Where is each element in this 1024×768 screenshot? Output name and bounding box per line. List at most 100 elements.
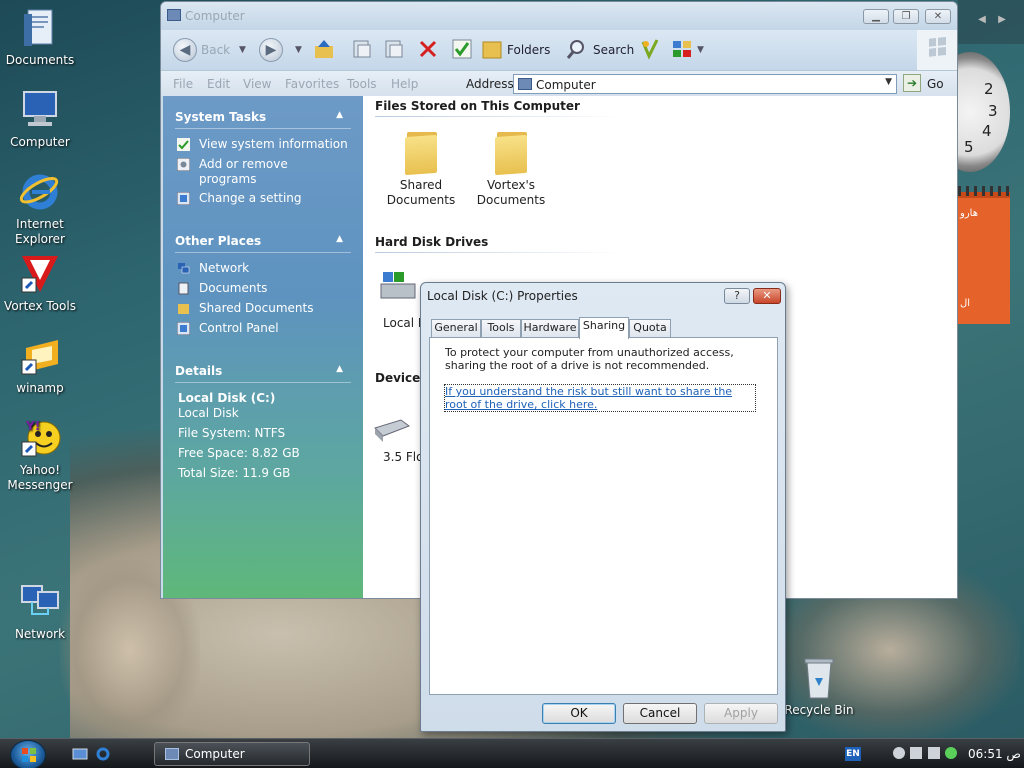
- desktop-icon-computer[interactable]: Computer: [1, 88, 79, 150]
- forward-dropdown-icon[interactable]: ▼: [295, 36, 302, 64]
- calendar-day: ال: [960, 298, 971, 309]
- show-desktop-icon[interactable]: [72, 747, 88, 761]
- section-divider: [175, 252, 351, 253]
- media-icon[interactable]: [639, 38, 661, 60]
- menu-edit[interactable]: Edit: [207, 77, 230, 91]
- desktop-icon-network[interactable]: Network: [1, 580, 79, 642]
- group-divider: [375, 116, 625, 117]
- task-label: Change a setting: [199, 191, 302, 205]
- folders-button-label[interactable]: Folders: [507, 36, 550, 64]
- tab-hardware[interactable]: Hardware: [521, 319, 579, 337]
- network-icon: [178, 263, 190, 274]
- menu-help[interactable]: Help: [391, 77, 418, 91]
- copy-to-icon[interactable]: [383, 38, 405, 60]
- desktop-icon-recycle-bin[interactable]: Recycle Bin: [780, 656, 858, 718]
- start-button[interactable]: [10, 740, 46, 768]
- menu-tools[interactable]: Tools: [347, 77, 377, 91]
- documents-icon: [178, 282, 189, 295]
- desktop-icon-winamp[interactable]: winamp: [1, 334, 79, 396]
- back-icon[interactable]: ◀: [173, 38, 197, 62]
- details-header[interactable]: Details ▲: [175, 364, 351, 378]
- minimize-button[interactable]: ▁: [863, 9, 889, 24]
- window-titlebar[interactable]: Computer ▁ ❐ ✕: [161, 2, 957, 30]
- go-arrow-icon[interactable]: ➔: [903, 74, 921, 92]
- forward-icon[interactable]: ▶: [259, 38, 283, 62]
- back-button-label[interactable]: Back: [201, 36, 230, 64]
- internet-explorer-icon: [18, 170, 62, 214]
- system-tasks-header[interactable]: System Tasks ▲: [175, 110, 351, 124]
- language-indicator[interactable]: EN: [845, 747, 861, 761]
- taskbar-button-computer[interactable]: Computer: [154, 742, 310, 766]
- place-label: Control Panel: [199, 321, 279, 335]
- item-label: Shared Documents: [386, 178, 456, 207]
- window-title: Computer: [185, 9, 245, 23]
- network-tray-icon[interactable]: [928, 747, 940, 759]
- place-label: Shared Documents: [199, 301, 314, 315]
- windows-logo-icon: [22, 748, 36, 762]
- security-icon[interactable]: [945, 747, 957, 759]
- menu-view[interactable]: View: [243, 77, 271, 91]
- section-title: System Tasks: [175, 110, 267, 124]
- folders-icon[interactable]: [481, 38, 503, 60]
- taskbar-button-label: Computer: [185, 747, 245, 761]
- close-button[interactable]: ✕: [925, 9, 951, 24]
- item-shared-documents[interactable]: Shared Documents: [381, 130, 461, 208]
- address-dropdown-icon[interactable]: ▼: [885, 77, 892, 87]
- search-icon[interactable]: [565, 38, 587, 60]
- dialog-close-button[interactable]: ✕: [753, 288, 781, 304]
- task-label: View system information: [199, 137, 348, 151]
- collapse-icon[interactable]: ▲: [336, 110, 343, 120]
- desktop-icon-label: Computer: [10, 135, 70, 149]
- desktop-icon-vortex-tools[interactable]: Vortex Tools: [1, 252, 79, 314]
- menu-favorites[interactable]: Favorites: [285, 77, 339, 91]
- tab-general[interactable]: General: [431, 319, 481, 337]
- desktop-icon-documents[interactable]: Documents: [1, 6, 79, 68]
- collapse-icon[interactable]: ▲: [336, 364, 343, 374]
- taskbar: Computer EN 06:51 ص: [0, 738, 1024, 768]
- taskbar-clock[interactable]: 06:51 ص: [968, 747, 1021, 761]
- section-title: Other Places: [175, 234, 262, 248]
- views-icon[interactable]: [671, 38, 693, 60]
- desktop-icon-yahoo-messenger[interactable]: Y! Yahoo! Messenger: [1, 416, 79, 493]
- back-dropdown-icon[interactable]: ▼: [239, 36, 246, 64]
- properties-icon[interactable]: [451, 38, 473, 60]
- tray-icon[interactable]: [893, 747, 905, 759]
- delete-icon[interactable]: [417, 38, 439, 60]
- desktop-icon-internet-explorer[interactable]: Internet Explorer: [1, 170, 79, 247]
- maximize-button[interactable]: ❐: [893, 9, 919, 24]
- computer-icon: [518, 78, 532, 90]
- winamp-icon: [18, 334, 62, 378]
- volume-icon[interactable]: [910, 747, 922, 759]
- desktop-icon-label: Yahoo! Messenger: [7, 463, 73, 492]
- network-icon: [18, 580, 62, 624]
- apply-button[interactable]: Apply: [704, 703, 778, 724]
- internet-explorer-icon[interactable]: [95, 747, 111, 761]
- address-bar[interactable]: Computer ▼: [513, 74, 897, 94]
- clock-number: 2: [984, 80, 994, 98]
- sidebar-gadget-bar: ◀ ▶: [958, 0, 1024, 44]
- sidebar-prev-icon[interactable]: ◀: [972, 12, 992, 28]
- item-vortexs-documents[interactable]: Vortex's Documents: [471, 130, 551, 208]
- details-name: Local Disk (C:): [178, 391, 276, 405]
- go-button-label[interactable]: Go: [927, 77, 944, 91]
- views-dropdown-icon[interactable]: ▼: [697, 36, 704, 64]
- other-places-header[interactable]: Other Places ▲: [175, 234, 351, 248]
- search-button-label[interactable]: Search: [593, 36, 634, 64]
- up-folder-icon[interactable]: [313, 38, 335, 60]
- tab-quota[interactable]: Quota: [629, 319, 671, 337]
- move-to-icon[interactable]: [351, 38, 373, 60]
- help-button[interactable]: ?: [724, 288, 750, 304]
- collapse-icon[interactable]: ▲: [336, 234, 343, 244]
- task-add-remove-programs[interactable]: Add or remove programs: [177, 157, 357, 189]
- cancel-button[interactable]: Cancel: [623, 703, 697, 724]
- tab-sharing[interactable]: Sharing: [579, 317, 629, 339]
- task-label: Add or remove programs: [199, 157, 288, 186]
- menu-file[interactable]: File: [173, 77, 193, 91]
- share-root-link[interactable]: If you understand the risk but still wan…: [444, 384, 756, 412]
- tab-tools[interactable]: Tools: [481, 319, 521, 337]
- ok-button[interactable]: OK: [542, 703, 616, 724]
- details-file-system: File System: NTFS: [178, 426, 286, 440]
- sidebar-next-icon[interactable]: ▶: [992, 12, 1012, 28]
- computer-icon: [167, 9, 181, 21]
- section-divider: [175, 382, 351, 383]
